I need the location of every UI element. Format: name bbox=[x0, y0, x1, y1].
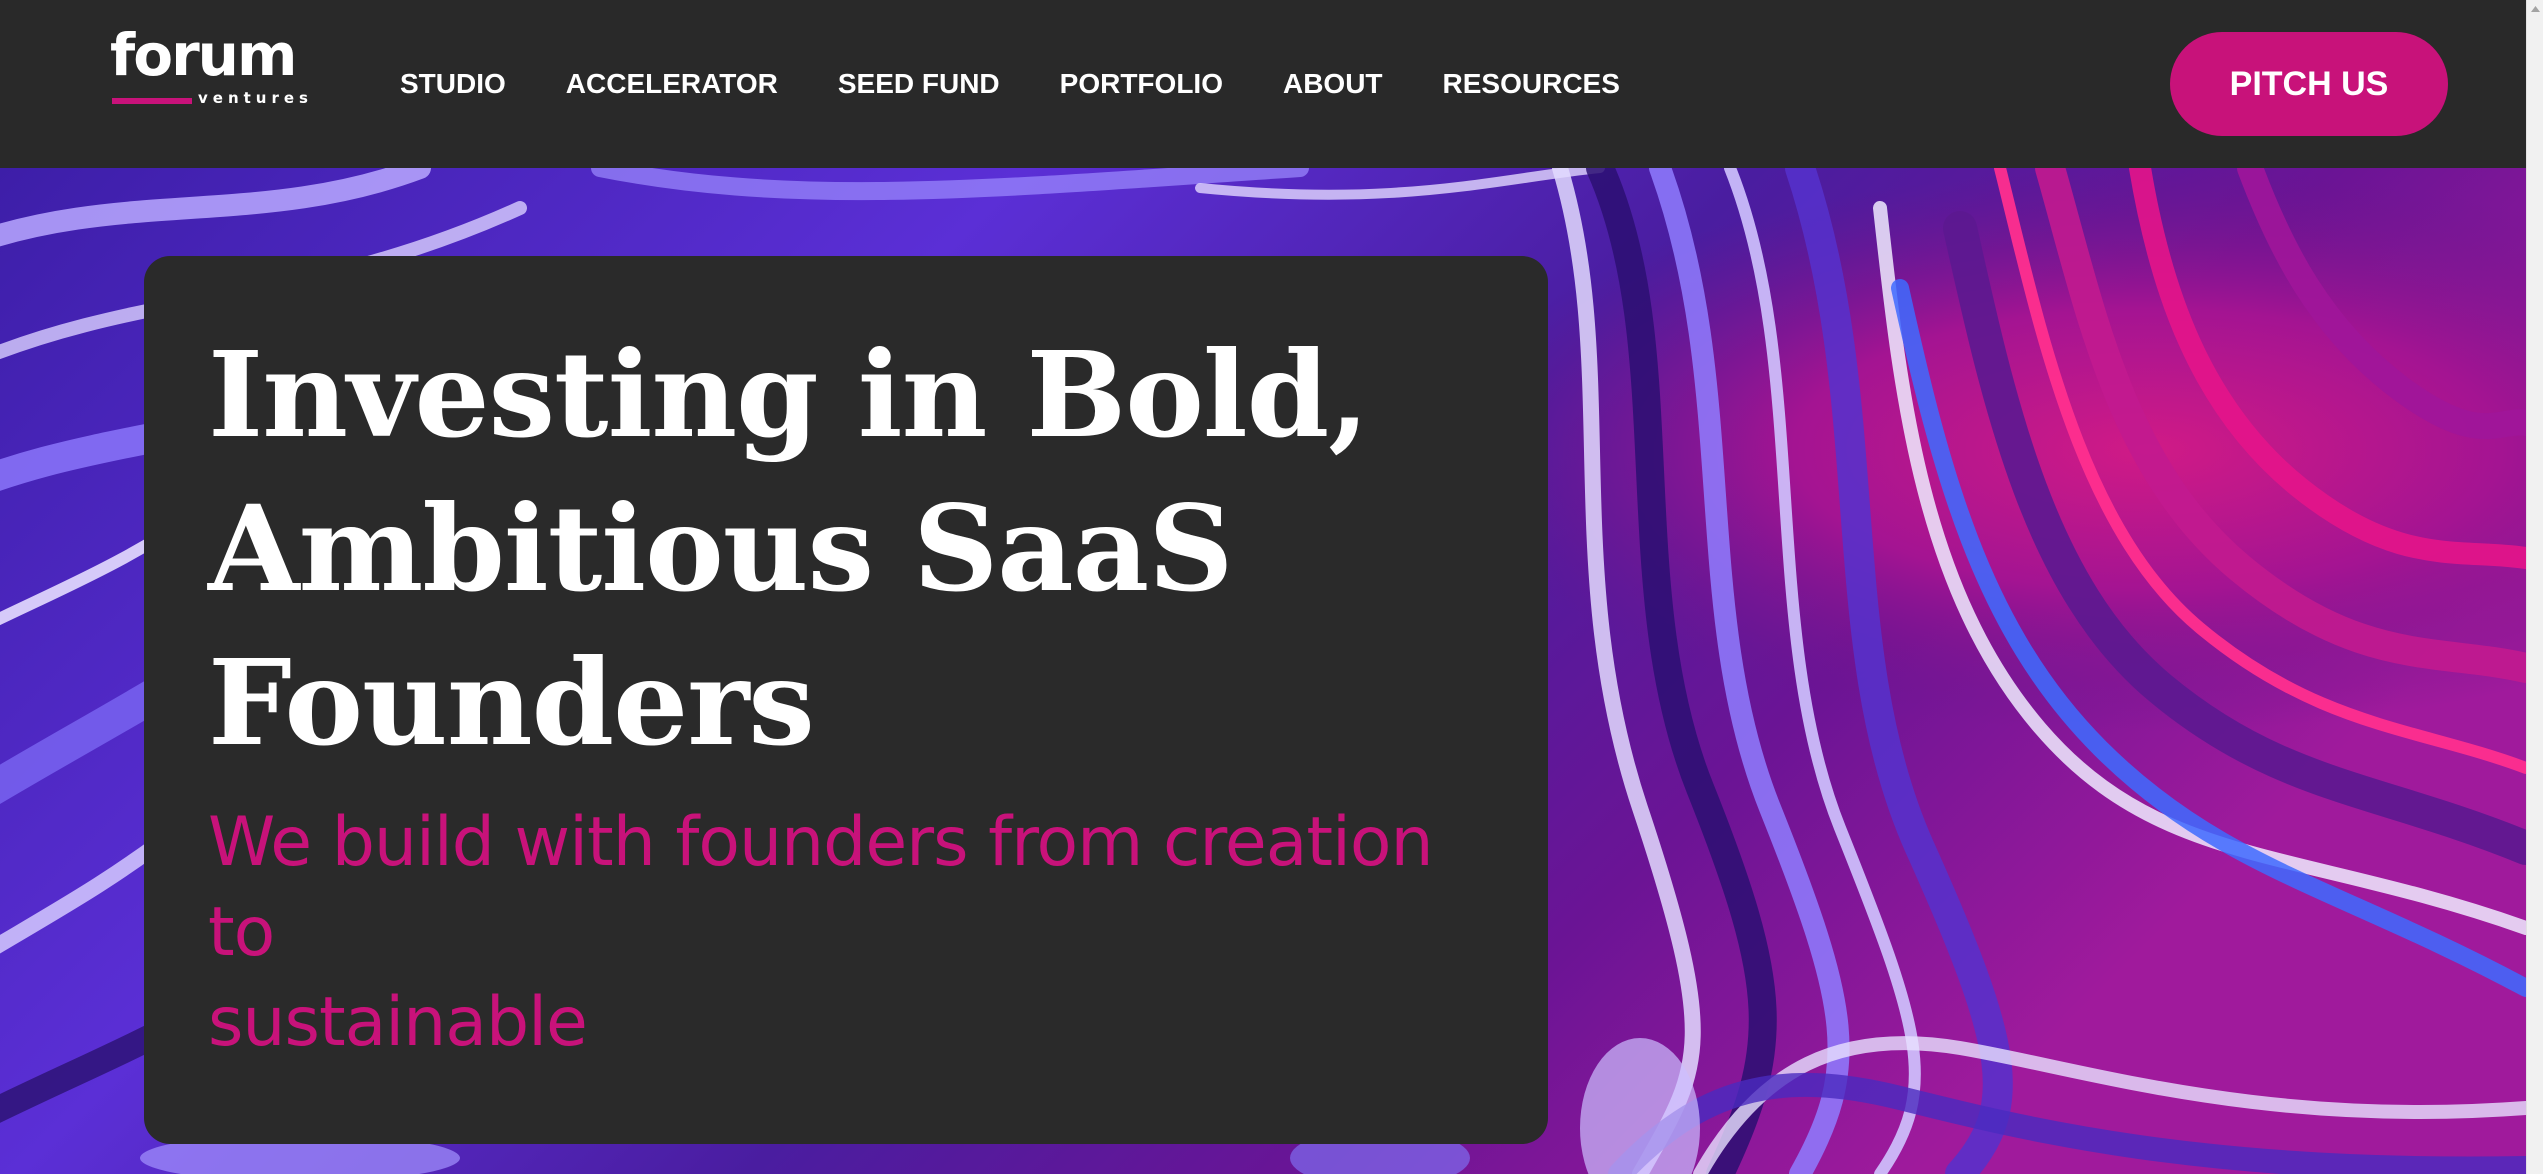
hero-headline: Investing in Bold, Ambitious SaaS Founde… bbox=[208, 318, 1508, 780]
hero-section: Investing in Bold, Ambitious SaaS Founde… bbox=[0, 168, 2526, 1174]
nav-item-resources[interactable]: RESOURCES bbox=[1443, 68, 1620, 100]
hero-subheadline-line-1: We build with founders from creation to bbox=[208, 803, 1434, 972]
hero-headline-line-3: Founders bbox=[208, 633, 815, 772]
logo-underline bbox=[112, 98, 192, 104]
nav-item-seed-fund[interactable]: SEED FUND bbox=[838, 68, 1000, 100]
hero-card: Investing in Bold, Ambitious SaaS Founde… bbox=[144, 256, 1548, 1144]
top-navigation-bar: forum ventures STUDIO ACCELERATOR SEED F… bbox=[0, 0, 2526, 168]
forum-ventures-logo[interactable]: forum ventures bbox=[110, 26, 315, 114]
hero-subheadline-line-2: sustainable bbox=[208, 983, 588, 1062]
pitch-us-button[interactable]: PITCH US bbox=[2170, 32, 2448, 136]
hero-headline-line-1: Investing in Bold, bbox=[208, 325, 1369, 464]
nav-item-accelerator[interactable]: ACCELERATOR bbox=[566, 68, 778, 100]
nav-item-studio[interactable]: STUDIO bbox=[400, 68, 506, 100]
main-menu: STUDIO ACCELERATOR SEED FUND PORTFOLIO A… bbox=[400, 0, 1620, 168]
scroll-up-arrow-icon[interactable] bbox=[2527, 0, 2543, 17]
hero-headline-line-2: Ambitious SaaS bbox=[208, 479, 1233, 618]
nav-item-about[interactable]: ABOUT bbox=[1283, 68, 1383, 100]
page: forum ventures STUDIO ACCELERATOR SEED F… bbox=[0, 0, 2543, 1174]
hero-subheadline: We build with founders from creation to … bbox=[208, 798, 1508, 1068]
nav-item-portfolio[interactable]: PORTFOLIO bbox=[1060, 68, 1223, 100]
logo-subtext: ventures bbox=[198, 89, 313, 107]
page-scrollbar[interactable] bbox=[2526, 0, 2543, 1174]
logo-wordmark: forum bbox=[110, 21, 297, 89]
